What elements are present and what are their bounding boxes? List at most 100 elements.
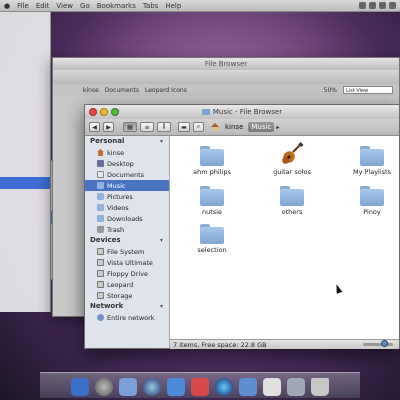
menu-tabs[interactable]: Tabs (143, 2, 159, 10)
preferences-icon[interactable] (263, 378, 281, 396)
sidebar-item-label: Pictures (107, 192, 133, 201)
view-mode-select[interactable]: List View (343, 86, 393, 94)
menu-edit[interactable]: Edit (36, 2, 50, 10)
back-button[interactable]: ◀ (89, 122, 100, 132)
media-icon[interactable] (215, 378, 233, 396)
folder-icon (97, 204, 104, 211)
address-segment[interactable]: Documents (105, 87, 139, 94)
file-name: ahm philips (193, 168, 231, 176)
close-button[interactable] (89, 108, 97, 116)
monitor-icon: ▬ (181, 123, 187, 131)
menu-go[interactable]: Go (80, 2, 90, 10)
sidebar-item-label: Downloads (107, 214, 143, 223)
sidebar-item-label: kinse (107, 148, 125, 157)
slider-knob[interactable] (381, 340, 388, 347)
address-segment[interactable]: Leopard Icons (145, 87, 187, 94)
sidebar-item-floppy-drive[interactable]: Floppy Drive (85, 268, 169, 279)
folder-icon (360, 146, 384, 166)
forward-button[interactable]: ▶ (103, 122, 114, 132)
apple-menu-icon[interactable]: ● (4, 2, 10, 10)
menu-view[interactable]: View (56, 2, 73, 10)
menu-help[interactable]: Help (165, 2, 181, 10)
search-button[interactable]: ⌕ (193, 122, 204, 132)
folder-icon[interactable] (287, 378, 305, 396)
sidebar-item-videos[interactable]: Videos (85, 202, 169, 213)
folder-icon (200, 186, 224, 206)
dashboard-icon[interactable] (95, 378, 113, 396)
list-view-button[interactable]: ≡ (140, 122, 154, 132)
file-view[interactable]: ahm philips guitar solos My Playlists nu… (170, 136, 399, 340)
file-item[interactable]: Pinoy (342, 186, 400, 216)
sidebar-item-label: Documents (107, 170, 145, 179)
ichat-icon[interactable] (167, 378, 185, 396)
file-item[interactable]: nutsie (182, 186, 242, 216)
file-item[interactable]: selection (182, 224, 242, 254)
sidebar-item-trash[interactable]: Trash (85, 224, 169, 235)
sidebar-item-label: Music (107, 181, 126, 190)
breadcrumb-next-arrow-icon[interactable]: ▸ (276, 124, 279, 131)
section-devices[interactable]: Devices (85, 235, 169, 246)
sidebar-item-leopard[interactable]: Leopard (85, 279, 169, 290)
trash-icon[interactable] (311, 378, 329, 396)
music-folder-icon (97, 182, 104, 189)
sidebar-item-pictures[interactable]: Pictures (85, 191, 169, 202)
status-tray (359, 2, 400, 9)
drive-icon (97, 259, 104, 266)
zoom-slider[interactable] (363, 340, 393, 347)
tray-icon[interactable] (389, 2, 396, 9)
finder-icon[interactable] (71, 378, 89, 396)
grid-icon: ▦ (127, 123, 133, 131)
file-item[interactable]: guitar solos (262, 142, 322, 176)
section-personal[interactable]: Personal (85, 136, 169, 147)
file-item[interactable]: My Playlists (342, 146, 400, 176)
sidebar-item-storage[interactable]: Storage (85, 290, 169, 301)
sidebar-item-label: Trash (107, 225, 125, 234)
sidebar-item-entire-network[interactable]: Entire network (85, 312, 169, 323)
tray-icon[interactable] (359, 2, 366, 9)
window-controls (89, 108, 119, 116)
maximize-button[interactable] (111, 108, 119, 116)
search-icon: ⌕ (196, 123, 201, 130)
sidebar-item-label: Desktop (107, 159, 134, 168)
address-segment[interactable]: kinse (83, 87, 99, 94)
background-window-title: File Browser (53, 58, 399, 70)
breadcrumb-current[interactable]: Music (248, 122, 275, 132)
file-name: Pinoy (363, 208, 381, 216)
minimize-button[interactable] (100, 108, 108, 116)
sidebar-item-home[interactable]: kinse (85, 147, 169, 158)
file-name: selection (197, 246, 227, 254)
section-network[interactable]: Network (85, 301, 169, 312)
column-view-button[interactable]: ⫼ (157, 122, 171, 132)
file-item[interactable]: ahm philips (182, 146, 242, 176)
sidebar-item-desktop[interactable]: Desktop (85, 158, 169, 169)
folder-icon (201, 109, 210, 115)
file-name: My Playlists (352, 168, 391, 176)
sidebar-item-music[interactable]: Music (85, 180, 169, 191)
app-icon[interactable] (239, 378, 257, 396)
folder-icon (97, 193, 104, 200)
tray-icon[interactable] (379, 2, 386, 9)
itunes-icon[interactable] (191, 378, 209, 396)
title-bar[interactable]: Music - File Browser (85, 105, 399, 119)
mail-icon[interactable] (119, 378, 137, 396)
desktop-icon (97, 160, 104, 167)
breadcrumb-home[interactable]: kinse (222, 122, 246, 132)
dock (40, 372, 360, 398)
menu-bookmarks[interactable]: Bookmarks (97, 2, 136, 10)
file-name: others (281, 208, 303, 216)
sidebar-item-documents[interactable]: Documents (85, 169, 169, 180)
coverflow-button[interactable]: ▬ (178, 122, 190, 132)
icon-view-button[interactable]: ▦ (123, 122, 137, 132)
folder-icon (200, 224, 224, 244)
tray-icon[interactable] (369, 2, 376, 9)
sidebar-item-label: Vista Ultimate (107, 258, 153, 267)
sidebar-item-downloads[interactable]: Downloads (85, 213, 169, 224)
sidebar-item-vista-ultimate[interactable]: Vista Ultimate (85, 257, 169, 268)
safari-icon[interactable] (143, 378, 161, 396)
zoom-level[interactable]: 50% (324, 87, 337, 94)
file-item[interactable]: others (262, 186, 322, 216)
menu-file[interactable]: File (17, 2, 29, 10)
sidebar-item-file-system[interactable]: File System (85, 246, 169, 257)
menu-highlight[interactable] (0, 177, 50, 189)
file-browser-window: Music - File Browser ◀ ▶ ▦ ≡ ⫼ ▬ ⌕ kinse… (84, 104, 400, 349)
